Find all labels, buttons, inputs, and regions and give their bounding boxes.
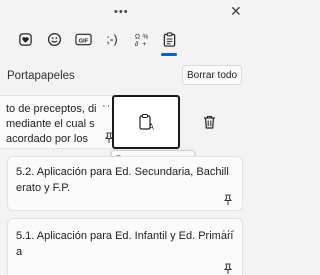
item-text-line: to de preceptos, di	[6, 103, 97, 115]
clear-all-button[interactable]: Borrar todo	[182, 65, 242, 85]
tab-kaomoji[interactable]: ;-)	[101, 28, 123, 50]
see-more-button[interactable]: ···	[222, 225, 236, 237]
tab-emoji-heart[interactable]	[14, 28, 36, 50]
delete-button[interactable]	[196, 109, 222, 135]
pin-icon[interactable]	[222, 194, 234, 206]
clipboard-item[interactable]: to de preceptos, di mediante el cual s a…	[0, 95, 126, 149]
svg-text:∂: ∂	[134, 41, 137, 47]
tab-gif[interactable]: GIF	[72, 28, 94, 50]
trash-icon	[203, 115, 215, 129]
svg-text:+: +	[142, 41, 146, 47]
active-tab-indicator	[161, 53, 177, 56]
section-title: Portapapeles	[7, 70, 75, 82]
svg-text:%: %	[142, 33, 148, 40]
item-text-line: acordado por los	[6, 133, 88, 145]
kaomoji-icon: ;-)	[106, 32, 118, 46]
clipboard-header: Portapapeles Borrar todo	[0, 64, 250, 88]
tab-clipboard[interactable]	[158, 28, 180, 50]
item-text-line: 5.2. Aplicación para Ed. Secundaria, Bac…	[16, 166, 229, 178]
symbols-icon: Ω % ∂ +	[134, 33, 148, 47]
clipboard-text-icon: A	[139, 114, 155, 132]
svg-text:A: A	[149, 123, 155, 132]
pin-icon[interactable]	[222, 263, 234, 275]
gif-icon: GIF	[74, 33, 92, 45]
item-text-line: a	[16, 246, 23, 258]
clipboard-icon	[163, 31, 175, 47]
paste-as-text-button[interactable]: A	[112, 95, 180, 149]
tab-emoji[interactable]	[43, 28, 65, 50]
close-button[interactable]: ✕	[230, 3, 242, 20]
item-actions-panel: A	[112, 95, 242, 149]
item-text-line: mediante el cual s	[6, 118, 95, 130]
clipboard-item[interactable]: 5.2. Aplicación para Ed. Secundaria, Bac…	[7, 156, 243, 211]
tab-symbols[interactable]: Ω % ∂ +	[130, 28, 152, 50]
title-bar: ••• ✕	[0, 0, 250, 22]
category-tabs: GIF ;-) Ω % ∂ +	[0, 26, 250, 56]
heart-emoji-icon	[18, 32, 32, 46]
svg-text:GIF: GIF	[78, 38, 88, 44]
more-dots-icon[interactable]: •••	[114, 6, 129, 18]
item-text-line: erato y F.P.	[16, 182, 71, 194]
svg-text:Ω: Ω	[134, 33, 139, 40]
item-text-line: 5.1. Aplicación para Ed. Infantil y Ed. …	[16, 230, 234, 242]
smiley-icon	[47, 32, 61, 46]
clipboard-item[interactable]: 5.1. Aplicación para Ed. Infantil y Ed. …	[7, 218, 243, 275]
